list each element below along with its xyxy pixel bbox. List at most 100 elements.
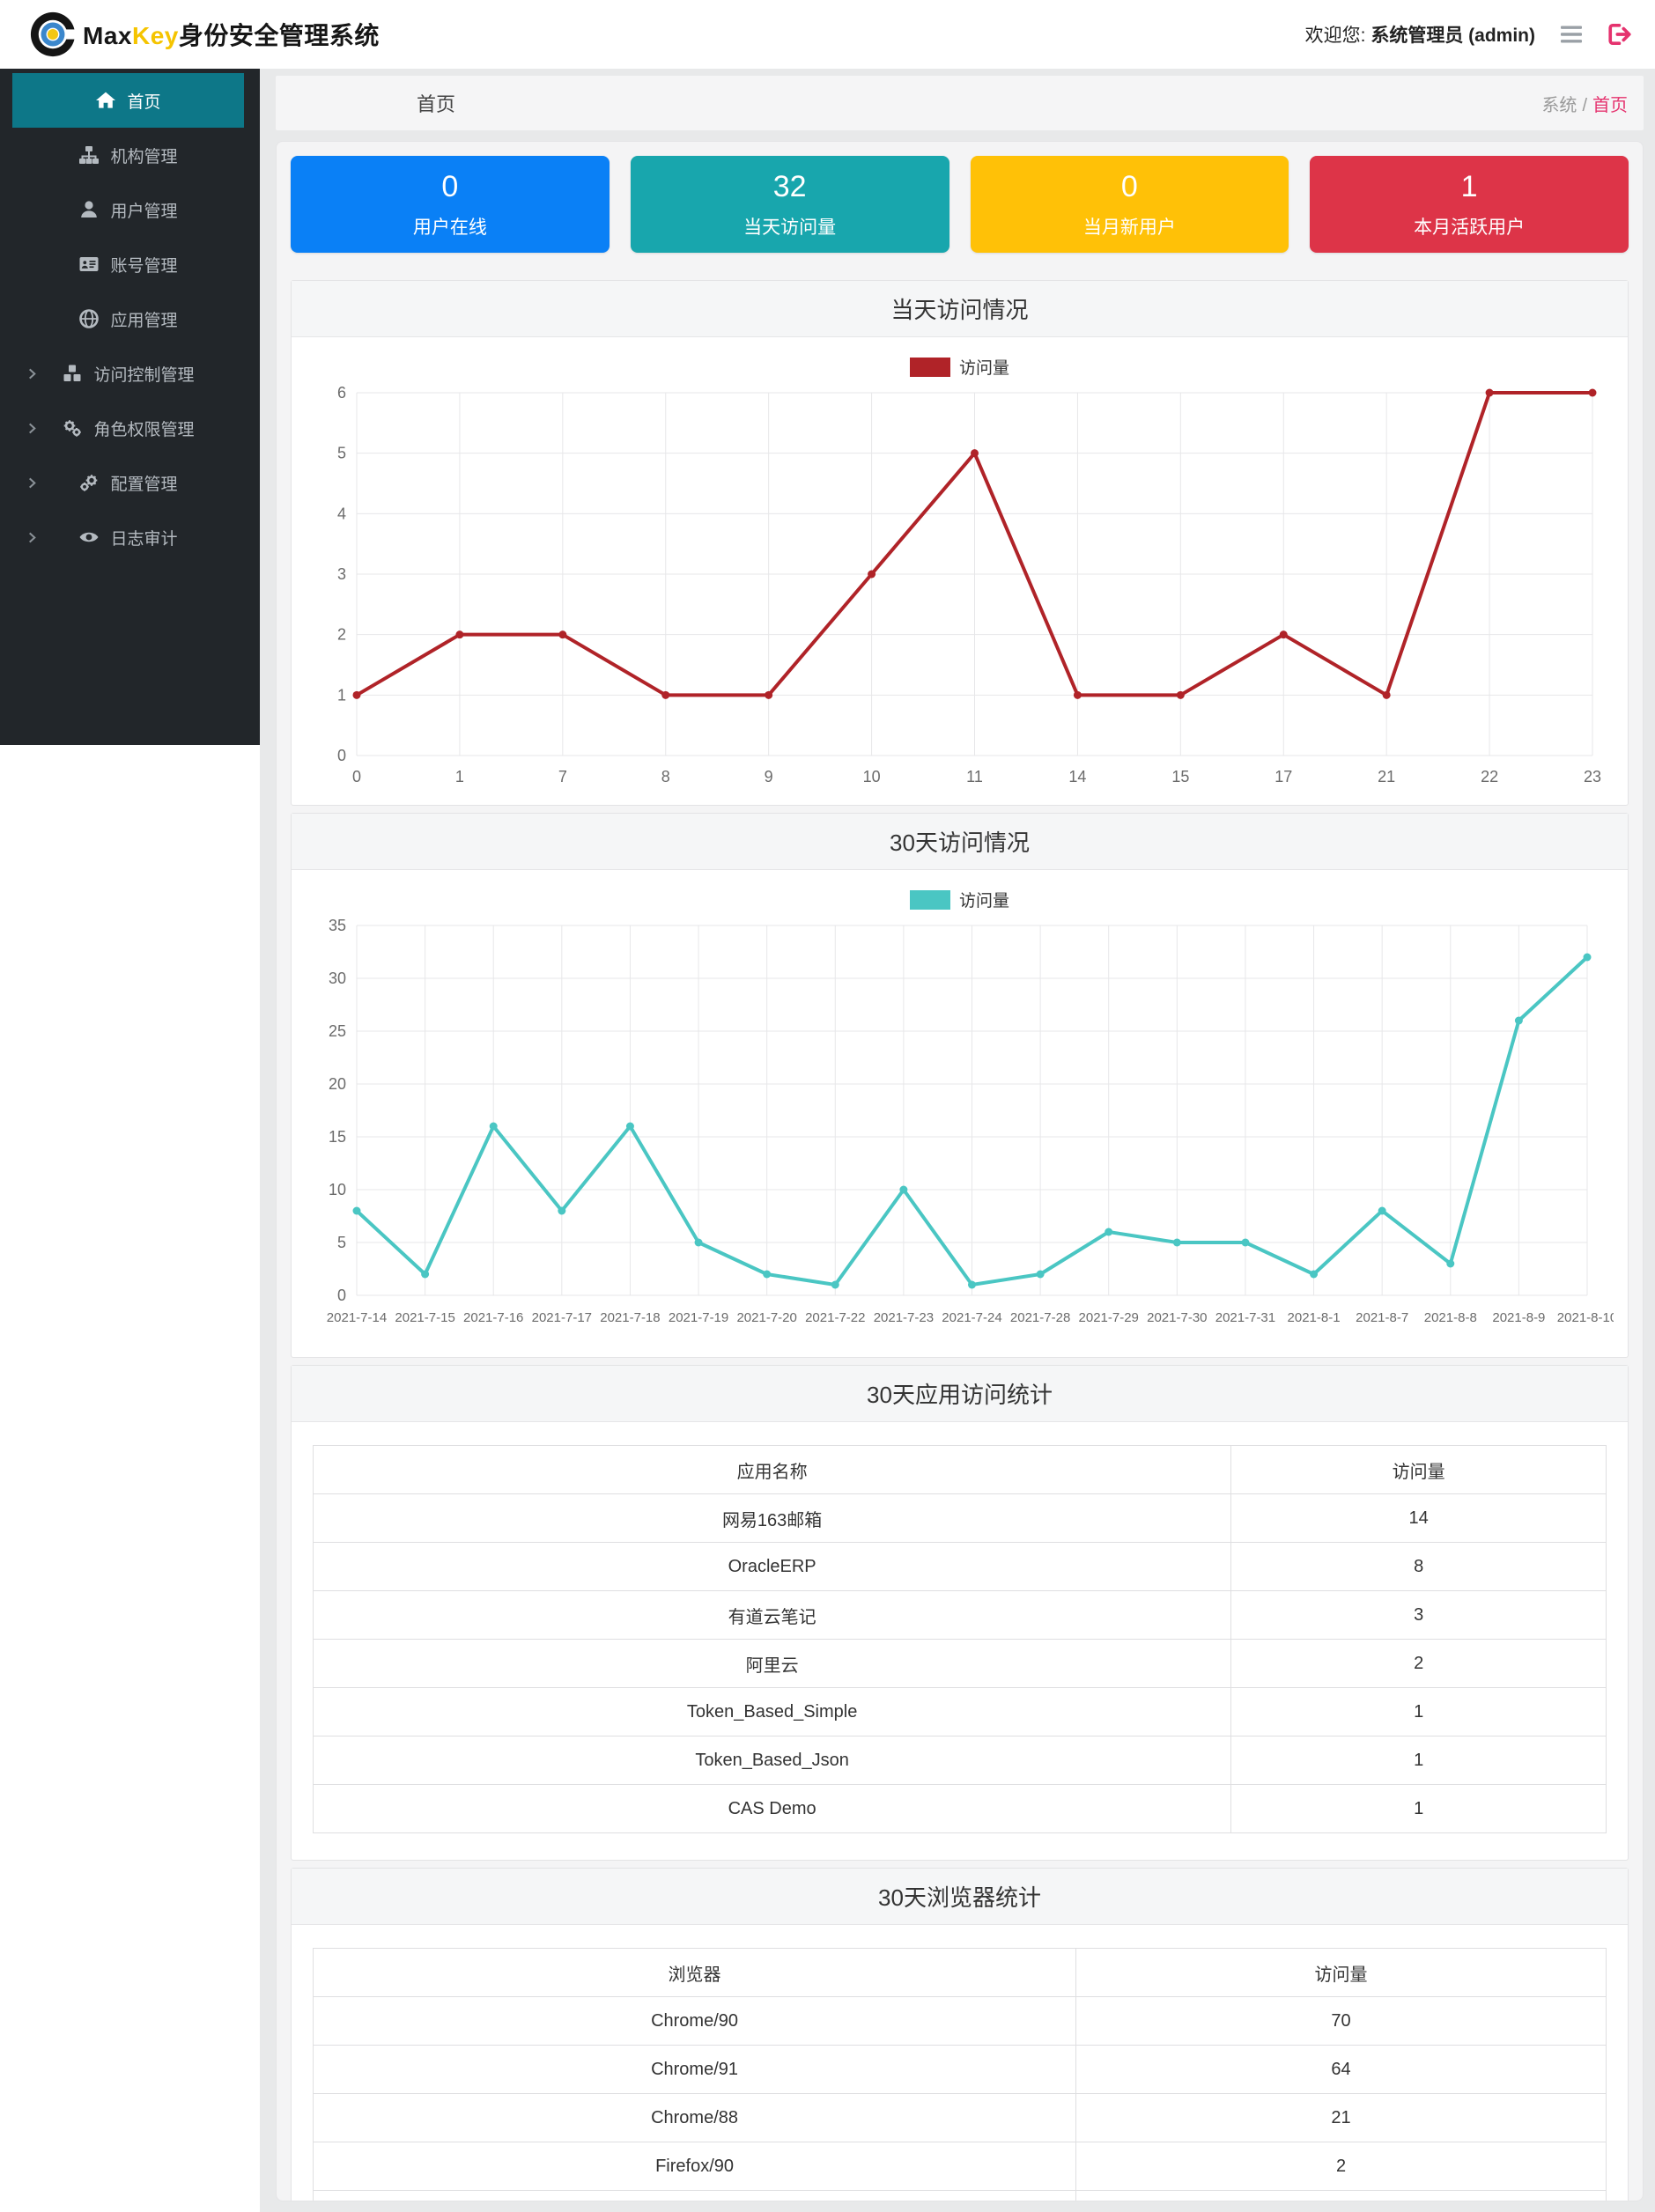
x-tick-label: 17 xyxy=(1274,768,1292,785)
data-point xyxy=(899,1185,908,1194)
y-tick-label: 2 xyxy=(337,626,346,644)
sidebar-item-audit[interactable]: 日志审计 xyxy=(12,510,244,564)
x-tick-label: 21 xyxy=(1378,768,1395,785)
y-tick-label: 25 xyxy=(329,1022,346,1040)
x-tick-label: 8 xyxy=(661,768,670,785)
legend-label: 访问量 xyxy=(958,892,1009,911)
legend-label: 访问量 xyxy=(958,359,1009,378)
panel-app-stats: 30天应用访问统计 应用名称 访问量 网易163邮箱 14 OracleERP 8 有道云笔… xyxy=(291,1365,1629,1861)
y-tick-label: 1 xyxy=(337,686,346,704)
x-tick-label: 2021-8-10 xyxy=(1557,1310,1614,1325)
stat-label: 本月活跃用户 xyxy=(1414,217,1526,238)
x-tick-label: 23 xyxy=(1584,768,1601,785)
row-value-cell: 1 xyxy=(1230,1687,1607,1736)
breadcrumb-root-link[interactable]: 系统 xyxy=(1541,96,1577,115)
table-row: Chrome/90 70 xyxy=(312,1996,1607,2046)
legend-swatch xyxy=(909,357,950,377)
x-tick-label: 2021-7-19 xyxy=(669,1310,728,1325)
chart-legend-today[interactable]: 访问量 xyxy=(306,355,1614,379)
sidebar-item-label: 应用管理 xyxy=(110,311,178,330)
table-row: OracleERP 8 xyxy=(312,1542,1607,1591)
stat-label: 用户在线 xyxy=(412,217,487,238)
sidebar-item-label: 日志审计 xyxy=(110,529,178,549)
row-value-cell: 2 xyxy=(1075,2142,1607,2191)
user-icon xyxy=(81,201,98,218)
menu-toggle-button[interactable] xyxy=(1560,25,1583,44)
y-tick-label: 0 xyxy=(337,1287,346,1304)
sidebar-item-app[interactable]: 应用管理 xyxy=(12,291,244,346)
logout-button[interactable] xyxy=(1607,23,1632,46)
x-tick-label: 2021-7-31 xyxy=(1215,1310,1275,1325)
row-value-cell: 70 xyxy=(1075,1996,1607,2046)
chevron-right-icon xyxy=(29,423,36,434)
data-point xyxy=(1446,1259,1455,1268)
sidebar-item-label: 角色权限管理 xyxy=(93,420,195,439)
panel-today-visits: 当天访问情况 访问量 0 1 2 3 4 5 6 0 1 7 8 9 10 11 14 15 17 21 22 23 xyxy=(291,280,1629,806)
data-point xyxy=(1105,1228,1113,1236)
table-row: Firefox/841 xyxy=(312,2190,1607,2201)
table-header-cell: 访问量 xyxy=(1230,1445,1607,1494)
table-row: 网易163邮箱 14 xyxy=(312,1493,1607,1543)
chevron-right-icon xyxy=(29,477,36,489)
x-tick-label: 2021-8-9 xyxy=(1492,1310,1545,1325)
sidebar-item-label: 访问控制管理 xyxy=(93,365,195,385)
chevron-right-icon xyxy=(29,532,36,543)
sidebar-menu: 首页机构管理 用户管理 账号管理应用管理访问控制管理 角色权限管理配置管理日志审计 xyxy=(0,69,260,745)
globe-icon xyxy=(79,309,100,328)
table-header-row: 浏览器 访问量 xyxy=(312,1948,1607,1997)
welcome-text: 欢迎您: 系统管理员 (admin) xyxy=(1304,26,1535,46)
sidebar-item-org[interactable]: 机构管理 xyxy=(12,128,244,182)
sidebar-item-label: 首页 xyxy=(127,92,161,112)
data-point xyxy=(352,1206,361,1215)
breadcrumb-current-link[interactable]: 首页 xyxy=(1592,96,1628,115)
row-name-cell: Firefox/90 xyxy=(312,2142,1077,2191)
panel-browser-stats: 30天浏览器统计 浏览器 访问量 Chrome/90 70 Chrome/91 64 Chr… xyxy=(291,1868,1629,2201)
data-point xyxy=(1588,388,1597,397)
table-header-cell: 应用名称 xyxy=(312,1445,1232,1494)
table-row: Chrome/91 64 xyxy=(312,2045,1607,2094)
sidebar-item-home[interactable]: 首页 xyxy=(12,73,244,128)
y-tick-label: 0 xyxy=(337,747,346,764)
y-tick-label: 4 xyxy=(337,505,346,522)
row-value-cell: 1 xyxy=(1230,1736,1607,1785)
table-header-cell: 浏览器 xyxy=(312,1948,1077,1997)
x-tick-label: 2021-7-30 xyxy=(1147,1310,1207,1325)
data-point xyxy=(1310,1270,1319,1279)
sidebar-item-user[interactable]: 用户管理 xyxy=(12,182,244,237)
data-point xyxy=(971,449,979,458)
row-name-cell: CAS Demo xyxy=(312,1784,1232,1833)
data-point xyxy=(661,690,670,699)
sidebar-item-role[interactable]: 角色权限管理 xyxy=(12,401,244,455)
x-tick-label: 0 xyxy=(352,768,361,785)
table-row: Token_Based_Json 1 xyxy=(312,1736,1607,1785)
data-point xyxy=(1583,953,1592,962)
logout-icon xyxy=(1608,23,1631,46)
eye-icon xyxy=(79,532,99,542)
sidebar-item-config[interactable]: 配置管理 xyxy=(12,455,244,510)
x-tick-label: 2021-7-14 xyxy=(327,1310,387,1325)
y-tick-label: 30 xyxy=(329,970,346,987)
x-tick-label: 2021-8-8 xyxy=(1424,1310,1477,1325)
data-point xyxy=(1382,690,1391,699)
stat-card-month-new-users: 0 当月新用户 xyxy=(970,156,1289,253)
data-point xyxy=(352,690,361,699)
sidebar-item-access[interactable]: 访问控制管理 xyxy=(12,346,244,401)
id-card-icon xyxy=(79,257,99,271)
table-header-row: 应用名称 访问量 xyxy=(312,1445,1607,1494)
chart-legend-30day[interactable]: 访问量 xyxy=(306,888,1614,911)
breadcrumb-separator: / xyxy=(1582,95,1587,115)
data-point xyxy=(868,570,876,579)
stats-row: 0 用户在线 32 当天访问量 0 当月新用户 1 本月活跃用户 xyxy=(291,156,1629,253)
x-tick-label: 2021-8-7 xyxy=(1356,1310,1408,1325)
y-tick-label: 10 xyxy=(329,1181,346,1198)
row-name-cell: Chrome/90 xyxy=(312,1996,1077,2046)
row-name-cell: OracleERP xyxy=(312,1542,1232,1591)
row-value-cell: 3 xyxy=(1230,1590,1607,1640)
sidebar-item-account[interactable]: 账号管理 xyxy=(12,237,244,291)
panel-today-visits-title: 当天访问情况 xyxy=(292,281,1628,337)
y-tick-label: 20 xyxy=(329,1075,346,1093)
x-tick-label: 2021-7-18 xyxy=(600,1310,660,1325)
x-tick-label: 2021-8-1 xyxy=(1288,1310,1341,1325)
stat-card-today-visits: 32 当天访问量 xyxy=(630,156,949,253)
data-point xyxy=(968,1280,976,1289)
